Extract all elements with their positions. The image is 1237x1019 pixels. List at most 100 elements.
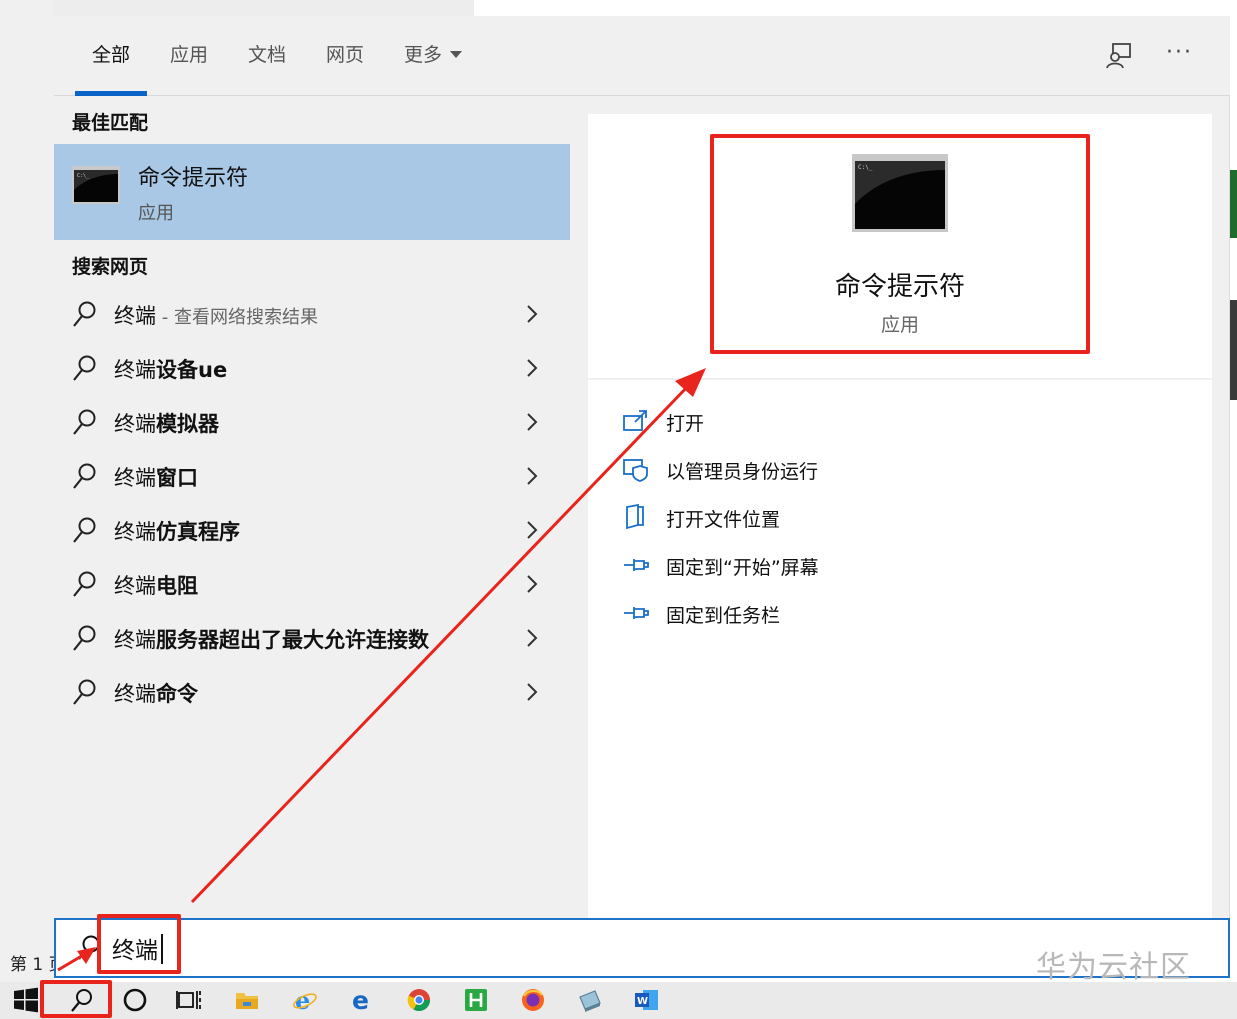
firefox-button[interactable] <box>511 982 555 1019</box>
suggestion-text: 服务器超出了最大允许连接数 <box>156 628 429 652</box>
open-file-location-action[interactable]: 打开文件位置 <box>622 500 1042 536</box>
web-search-text: 终端窗口 <box>114 462 198 492</box>
tab-apps[interactable]: 应用 <box>170 40 208 96</box>
search-tabs-bar: 全部 应用 文档 网页 更多 ··· <box>54 16 1230 96</box>
chevron-right-icon <box>527 413 538 431</box>
command-prompt-icon: C:\_ <box>72 166 120 204</box>
svg-text:C:\_: C:\_ <box>77 173 90 179</box>
app-button[interactable] <box>568 982 612 1019</box>
web-search-text: 终端仿真程序 <box>114 516 240 546</box>
cortana-icon <box>123 988 147 1012</box>
web-search-item[interactable]: 终端模拟器 <box>54 396 570 450</box>
best-match-title: 命令提示符 <box>138 166 249 191</box>
open-icon <box>623 410 647 431</box>
action-label: 打开 <box>666 413 705 435</box>
more-options-button[interactable]: ··· <box>1166 40 1196 70</box>
tab-label: 应用 <box>170 44 209 66</box>
cortana-button[interactable] <box>113 982 157 1019</box>
open-action[interactable]: 打开 <box>622 404 1042 440</box>
tab-documents[interactable]: 文档 <box>248 40 286 96</box>
taskbar: e e W <box>0 982 1237 1019</box>
tab-label: 网页 <box>326 44 365 66</box>
tab-label: 全部 <box>92 44 131 66</box>
pin-to-taskbar-action[interactable]: 固定到任务栏 <box>622 596 1042 632</box>
hbuilder-button[interactable] <box>454 982 498 1019</box>
results-panel: 最佳匹配 C:\_ 命令提示符 应用 搜索网页 终端 - 查看网络搜索结果 终端设… <box>54 96 570 918</box>
app-icon <box>579 990 601 1012</box>
firefox-icon <box>522 989 544 1011</box>
ie-icon: e <box>293 987 317 1013</box>
feedback-button[interactable] <box>1104 40 1134 70</box>
internet-explorer-button[interactable]: e <box>283 982 327 1019</box>
search-input[interactable] <box>112 930 512 966</box>
web-search-item[interactable]: 终端命令 <box>54 666 570 720</box>
task-view-button[interactable] <box>167 982 211 1019</box>
preview-type: 应用 <box>880 314 919 336</box>
hbuilder-icon <box>465 989 487 1011</box>
search-icon <box>73 625 96 651</box>
background-document <box>0 0 54 982</box>
start-icon <box>14 987 38 1013</box>
file-explorer-button[interactable] <box>225 982 269 1019</box>
chrome-button[interactable] <box>397 982 441 1019</box>
chevron-down-icon <box>450 51 463 58</box>
tab-web[interactable]: 网页 <box>326 40 364 96</box>
chrome-icon <box>407 989 430 1011</box>
text-caret <box>161 934 163 964</box>
best-match-heading: 最佳匹配 <box>72 112 149 134</box>
divider <box>588 378 1212 380</box>
search-box[interactable]: 华为云社区 <box>54 918 1230 985</box>
suggestion-text: 仿真程序 <box>156 520 240 544</box>
tab-label: 更多 <box>404 44 443 66</box>
web-search-text: 终端命令 <box>114 678 198 708</box>
web-search-text: 终端电阻 <box>114 570 198 600</box>
word-button[interactable]: W <box>625 982 669 1019</box>
tab-label: 文档 <box>248 44 287 66</box>
tab-all[interactable]: 全部 <box>74 40 148 96</box>
pin-icon <box>624 559 649 571</box>
best-match-type: 应用 <box>138 203 174 224</box>
web-search-item[interactable]: 终端服务器超出了最大允许连接数 <box>54 612 570 666</box>
chevron-right-icon <box>527 629 538 647</box>
suggestion-text: 电阻 <box>156 574 198 598</box>
web-search-item[interactable]: 终端窗口 <box>54 450 570 504</box>
web-search-item[interactable]: 终端设备ue <box>54 342 570 396</box>
background-fragment <box>1230 300 1237 400</box>
chevron-right-icon <box>527 575 538 593</box>
edge-button[interactable]: e <box>340 982 384 1019</box>
query-text: 终端 <box>114 682 156 706</box>
taskbar-search-button[interactable] <box>60 982 104 1019</box>
search-icon <box>73 463 96 489</box>
action-label: 以管理员身份运行 <box>666 461 819 483</box>
ellipsis-icon: ··· <box>1166 40 1193 65</box>
chevron-right-icon <box>527 521 538 539</box>
best-match-result[interactable]: C:\_ 命令提示符 应用 <box>54 144 570 240</box>
query-text: 终端 <box>114 628 156 652</box>
hint-text: - 查看网络搜索结果 <box>156 307 318 328</box>
command-prompt-icon: C:\_ <box>852 154 948 232</box>
suggestion-text: 窗口 <box>156 466 198 490</box>
query-text: 终端 <box>114 574 156 598</box>
run-as-admin-action[interactable]: 以管理员身份运行 <box>622 452 1042 488</box>
web-search-item[interactable]: 终端电阻 <box>54 558 570 612</box>
shield-icon <box>623 459 648 482</box>
search-icon <box>73 679 96 705</box>
query-text: 终端 <box>114 466 156 490</box>
query-text: 终端 <box>114 412 156 436</box>
web-search-text: 终端 - 查看网络搜索结果 <box>114 300 318 330</box>
search-icon <box>73 355 96 381</box>
svg-text:W: W <box>637 996 648 1007</box>
search-icon <box>73 571 96 597</box>
start-button[interactable] <box>4 982 48 1019</box>
web-search-item[interactable]: 终端 - 查看网络搜索结果 <box>54 288 570 342</box>
edge-icon: e <box>352 987 369 1013</box>
pin-icon <box>624 607 649 619</box>
web-search-item[interactable]: 终端仿真程序 <box>54 504 570 558</box>
tab-more[interactable]: 更多 <box>404 40 463 96</box>
svg-text:C:\_: C:\_ <box>858 164 873 171</box>
screen: 第 1 页 全部 应用 文档 网页 更多 ··· 最佳匹配 C:\_ 命令提示符… <box>0 0 1237 1019</box>
background-document-right <box>1230 0 1237 982</box>
svg-text:e: e <box>352 987 369 1013</box>
pin-to-start-action[interactable]: 固定到“开始”屏幕 <box>622 548 1042 584</box>
action-label: 固定到任务栏 <box>666 605 781 627</box>
